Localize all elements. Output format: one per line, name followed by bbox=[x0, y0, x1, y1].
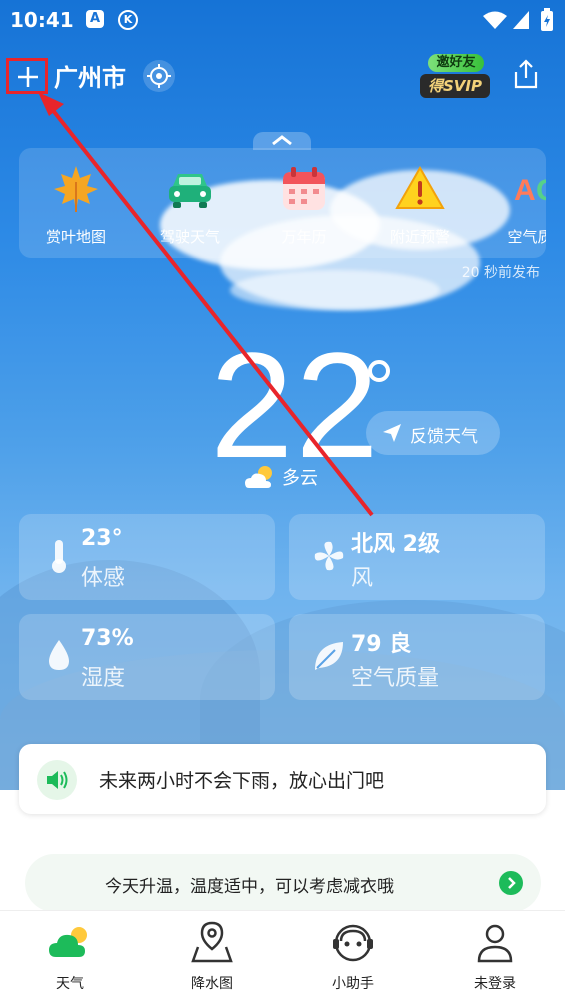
humidity-card[interactable]: 73% 湿度 bbox=[19, 614, 275, 700]
tab-assistant[interactable]: 小助手 bbox=[308, 919, 398, 999]
tab-label: 降水图 bbox=[191, 976, 233, 992]
tab-weather[interactable]: 天气 bbox=[25, 919, 115, 999]
quick-item-label: 赏叶地图 bbox=[45, 228, 106, 246]
quick-item-air-quality[interactable]: A Q 空气质 bbox=[475, 162, 546, 252]
city-name[interactable]: 广州市 bbox=[54, 58, 126, 93]
quick-item-label: 附近预警 bbox=[389, 228, 450, 246]
locate-button[interactable] bbox=[143, 60, 175, 92]
fan-icon bbox=[314, 541, 344, 571]
tip-go-button[interactable] bbox=[499, 871, 523, 895]
invite-label: 邀好友 bbox=[428, 54, 484, 72]
air-quality-label: 空气质量 bbox=[351, 666, 440, 691]
battery-icon bbox=[541, 8, 553, 31]
share-icon bbox=[514, 59, 538, 89]
clothing-tip-bar[interactable]: 今天升温，温度适中，可以考虑减衣哦 bbox=[25, 854, 541, 912]
warning-icon bbox=[395, 165, 445, 209]
feedback-label: 反馈天气 bbox=[410, 427, 478, 447]
app-k-icon: K bbox=[118, 10, 138, 30]
calendar-icon bbox=[283, 167, 325, 210]
thermometer-icon bbox=[52, 540, 66, 573]
wind-value: 北风 2级 bbox=[351, 532, 440, 557]
wind-label: 风 bbox=[351, 566, 374, 591]
signal-icon bbox=[513, 11, 529, 29]
current-temperature: 22 bbox=[210, 321, 381, 489]
location-target-icon bbox=[147, 64, 171, 88]
weather-cloud-icon bbox=[49, 927, 87, 957]
aqi-icon: A Q bbox=[514, 174, 546, 207]
chevron-right-icon bbox=[508, 877, 516, 889]
feels-like-value: 23° bbox=[81, 526, 123, 551]
wind-card[interactable]: 北风 2级 风 bbox=[289, 514, 545, 600]
bottom-tab-bar: 天气 降水图 小助手 未登录 bbox=[0, 910, 565, 1005]
speaker-icon bbox=[47, 771, 68, 789]
svg-text:A: A bbox=[514, 174, 536, 207]
map-pin-icon bbox=[191, 921, 233, 963]
clothing-tip-text: 今天升温，温度适中，可以考虑减衣哦 bbox=[105, 877, 394, 897]
tab-precipitation-map[interactable]: 降水图 bbox=[167, 919, 257, 999]
degree-symbol bbox=[368, 360, 390, 382]
status-time: 10:41 bbox=[10, 8, 74, 32]
feels-like-label: 体感 bbox=[81, 566, 126, 591]
status-bar: 10:41 A K bbox=[0, 0, 565, 40]
quick-item-label: 驾驶天气 bbox=[159, 228, 220, 246]
leaf-icon bbox=[315, 642, 343, 670]
assistant-icon bbox=[333, 924, 373, 962]
weather-condition: 多云 bbox=[244, 462, 364, 492]
svip-label: 得SVIP bbox=[420, 74, 490, 98]
quick-item-nearby-alert[interactable]: 附近预警 bbox=[365, 162, 475, 252]
quick-item-label: 万年历 bbox=[281, 228, 327, 246]
drop-icon bbox=[49, 640, 69, 670]
partly-cloudy-icon bbox=[245, 466, 272, 488]
share-button[interactable] bbox=[512, 58, 540, 90]
feedback-weather-button[interactable]: 反馈天气 bbox=[366, 411, 500, 455]
rain-forecast-text: 未来两小时不会下雨，放心出门吧 bbox=[99, 770, 385, 792]
tab-label: 小助手 bbox=[332, 976, 374, 992]
quick-tools-panel: 赏叶地图 驾驶天气 万年历 附近预警 A Q 空 bbox=[19, 148, 546, 258]
car-icon bbox=[169, 174, 211, 208]
send-icon bbox=[383, 424, 401, 442]
quick-item-label: 空气质 bbox=[507, 228, 546, 246]
air-quality-card[interactable]: 79 良 空气质量 bbox=[289, 614, 545, 700]
add-city-button[interactable] bbox=[6, 58, 48, 94]
quick-item-driving-weather[interactable]: 驾驶天气 bbox=[135, 162, 245, 252]
quick-item-calendar[interactable]: 万年历 bbox=[249, 162, 359, 252]
wifi-icon bbox=[483, 11, 507, 29]
tab-login[interactable]: 未登录 bbox=[450, 919, 540, 999]
humidity-label: 湿度 bbox=[81, 666, 126, 691]
header: 广州市 邀好友 得SVIP bbox=[0, 52, 565, 102]
air-quality-value: 79 良 bbox=[351, 632, 412, 657]
condition-label: 多云 bbox=[282, 468, 318, 489]
plus-icon bbox=[18, 67, 38, 87]
publish-time: 20 秒前发布 bbox=[461, 265, 540, 281]
svg-text:Q: Q bbox=[536, 174, 546, 207]
app-a-icon: A bbox=[86, 10, 104, 28]
rain-forecast-bar[interactable]: 未来两小时不会下雨，放心出门吧 bbox=[19, 744, 546, 814]
tab-label: 未登录 bbox=[474, 976, 516, 992]
user-icon bbox=[477, 924, 513, 963]
speaker-button[interactable] bbox=[37, 760, 77, 800]
feels-like-card[interactable]: 23° 体感 bbox=[19, 514, 275, 600]
quick-item-leaf-map[interactable]: 赏叶地图 bbox=[21, 162, 131, 252]
humidity-value: 73% bbox=[81, 626, 134, 651]
tab-label: 天气 bbox=[56, 976, 84, 992]
invite-svip-badge[interactable]: 邀好友 得SVIP bbox=[420, 54, 490, 100]
maple-leaf-icon bbox=[54, 166, 98, 212]
